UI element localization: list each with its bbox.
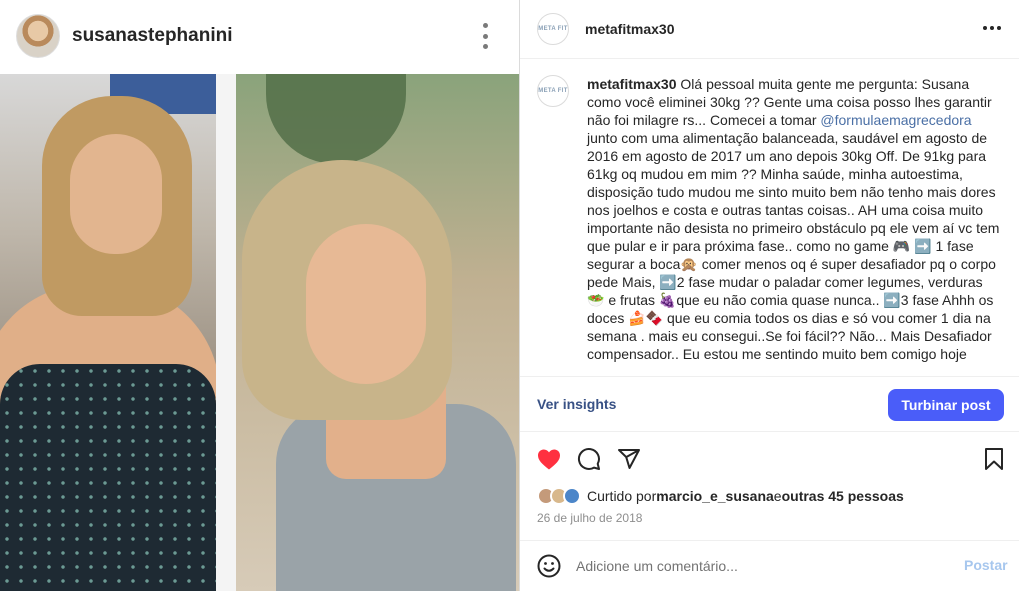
media-header: susanastephanini bbox=[0, 0, 519, 72]
caption-avatar[interactable]: META FIT bbox=[537, 75, 569, 107]
liker-avatar bbox=[563, 487, 581, 505]
insights-bar: Ver insights Turbinar post bbox=[520, 376, 1019, 432]
more-vertical-icon[interactable] bbox=[478, 23, 492, 49]
post-header: META FIT metafitmax30 bbox=[520, 0, 1019, 59]
likes-summary[interactable]: Curtido por marcio_e_susana e outras 45 … bbox=[537, 487, 904, 505]
before-photo[interactable] bbox=[0, 74, 216, 591]
heart-filled-icon[interactable] bbox=[536, 446, 562, 472]
caption-text-2: junto com uma alimentação balanceada, sa… bbox=[587, 130, 1000, 362]
author-avatar[interactable] bbox=[16, 14, 60, 58]
caption-username[interactable]: metafitmax30 bbox=[587, 76, 677, 92]
post-date[interactable]: 26 de julho de 2018 bbox=[537, 511, 642, 525]
emoji-icon[interactable] bbox=[537, 554, 561, 578]
caption-area: META FIT metafitmax30 Olá pessoal muita … bbox=[520, 59, 1019, 376]
author-username[interactable]: susanastephanini bbox=[72, 25, 233, 47]
photo-divider bbox=[216, 74, 236, 591]
view-insights-link[interactable]: Ver insights bbox=[537, 396, 616, 412]
liker-avatars bbox=[537, 487, 581, 505]
action-bar bbox=[520, 444, 1019, 474]
bookmark-icon[interactable] bbox=[981, 446, 1007, 472]
boost-post-button[interactable]: Turbinar post bbox=[888, 389, 1004, 421]
paper-plane-icon[interactable] bbox=[616, 446, 642, 472]
account-username[interactable]: metafitmax30 bbox=[585, 21, 675, 37]
post-caption: metafitmax30 Olá pessoal muita gente me … bbox=[587, 75, 1001, 363]
comment-icon[interactable] bbox=[576, 446, 602, 472]
post-sidebar: META FIT metafitmax30 META FIT metafitma… bbox=[519, 0, 1019, 591]
caption-mention-link[interactable]: @formulaemagrecedora bbox=[820, 112, 971, 128]
post-media-panel: susanastephanini bbox=[0, 0, 519, 591]
comment-bar: Postar bbox=[520, 540, 1019, 591]
post-comment-button[interactable]: Postar bbox=[964, 557, 1008, 573]
likes-others-link[interactable]: outras 45 pessoas bbox=[782, 488, 904, 504]
likes-middle: e bbox=[773, 488, 782, 504]
comment-input[interactable] bbox=[576, 555, 946, 577]
after-photo[interactable] bbox=[236, 74, 519, 591]
liker-username[interactable]: marcio_e_susana bbox=[656, 488, 774, 504]
account-avatar[interactable]: META FIT bbox=[537, 13, 569, 45]
more-horizontal-icon[interactable] bbox=[983, 26, 1001, 30]
likes-prefix: Curtido por bbox=[587, 488, 657, 504]
